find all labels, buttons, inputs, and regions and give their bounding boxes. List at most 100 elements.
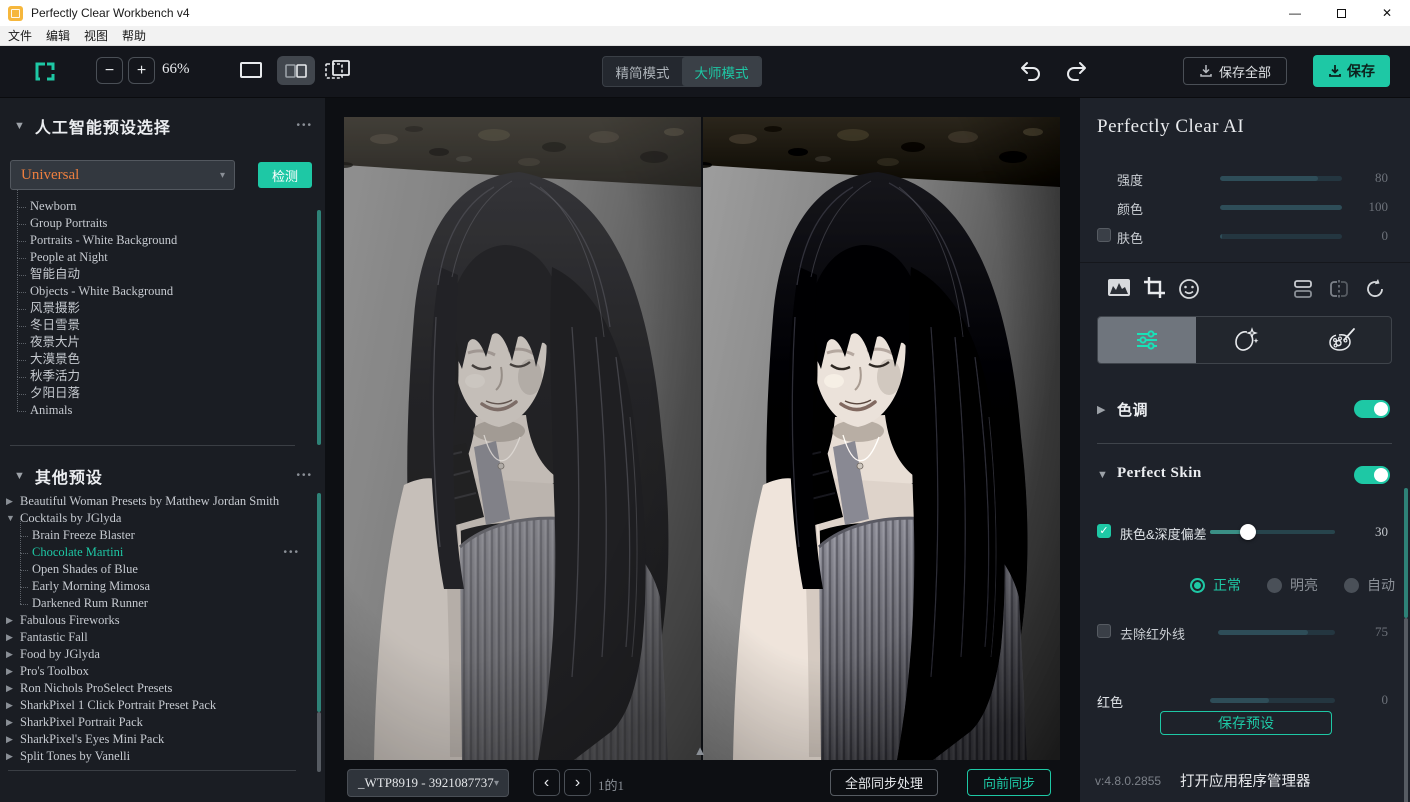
tab-adjustments[interactable] — [1098, 317, 1196, 363]
bias-slider[interactable] — [1210, 530, 1335, 534]
menu-file[interactable]: 文件 — [8, 27, 32, 44]
split-view-button[interactable] — [277, 56, 315, 85]
undo-icon[interactable] — [1019, 59, 1043, 83]
face-smiley-icon[interactable] — [1178, 278, 1200, 300]
tree-item[interactable]: ▶Ron Nichols ProSelect Presets — [0, 680, 312, 697]
expand-triangle-icon[interactable]: ▶ — [6, 680, 13, 697]
preset-item[interactable]: 大漠景色 — [0, 351, 312, 368]
other-presets-menu-dots[interactable]: ••• — [296, 470, 313, 481]
flip-vertical-icon[interactable] — [1292, 278, 1314, 300]
collapse-triangle-icon[interactable]: ▼ — [14, 120, 25, 132]
zoom-in-button[interactable]: + — [128, 57, 155, 84]
preset-item[interactable]: 秋季活力 — [0, 368, 312, 385]
tree-item[interactable]: ▶Food by JGlyda — [0, 646, 312, 663]
tree-item[interactable]: ▶Fantastic Fall — [0, 629, 312, 646]
collapse-triangle-icon[interactable]: ▼ — [14, 470, 25, 482]
previous-image-button[interactable]: ‹ — [533, 769, 560, 796]
redo-icon[interactable] — [1064, 59, 1088, 83]
expand-triangle-icon[interactable]: ▶ — [6, 663, 13, 680]
bias-checkbox[interactable]: ✓ — [1097, 524, 1111, 538]
next-image-button[interactable]: › — [564, 769, 591, 796]
tree-item[interactable]: ▶Beautiful Woman Presets by Matthew Jord… — [0, 493, 312, 510]
expand-triangle-icon[interactable]: ▶ — [6, 731, 13, 748]
tree-item[interactable]: ▶SharkPixel's Eyes Mini Pack — [0, 731, 312, 748]
radio-option[interactable]: 自动 — [1344, 575, 1395, 595]
tree-item[interactable]: ▶SharkPixel 1 Click Portrait Preset Pack — [0, 697, 312, 714]
tree-item[interactable]: ▶Fabulous Fireworks — [0, 612, 312, 629]
ai-preset-dropdown[interactable]: Universal ▾ — [10, 160, 235, 190]
app-manager-link[interactable]: 打开应用程序管理器 — [1180, 770, 1311, 791]
after-image[interactable] — [703, 117, 1060, 760]
other-list-scrollbar[interactable] — [317, 493, 321, 712]
ai-presets-header[interactable]: ▼ 人工智能预设选择 — [14, 114, 171, 138]
sync-forward-button[interactable]: 向前同步 — [967, 769, 1051, 796]
tree-item[interactable]: ▼Cocktails by JGlyda — [0, 510, 312, 527]
expand-triangle-icon[interactable]: ▶ — [6, 697, 13, 714]
save-all-button[interactable]: 保存全部 — [1183, 57, 1287, 85]
menu-edit[interactable]: 编辑 — [46, 27, 70, 44]
ai-presets-menu-dots[interactable]: ••• — [296, 120, 313, 131]
collapse-triangle-icon[interactable]: ▼ — [6, 510, 15, 527]
detect-button[interactable]: 检测 — [258, 162, 312, 188]
preset-item[interactable]: 风景摄影 — [0, 300, 312, 317]
right-panel-scrollbar[interactable] — [1404, 488, 1408, 618]
expand-triangle-icon[interactable]: ▶ — [6, 714, 13, 731]
radio-option[interactable]: 正常 — [1190, 575, 1241, 595]
save-button[interactable]: 保存 — [1313, 55, 1390, 87]
preset-item[interactable]: Newborn — [0, 198, 312, 215]
zoom-out-button[interactable]: − — [96, 57, 123, 84]
tone-toggle[interactable] — [1354, 400, 1390, 418]
tree-item[interactable]: ▶Split Tones by Vanelli — [0, 748, 312, 765]
tree-item[interactable]: Early Morning Mimosa — [0, 578, 312, 595]
mode-simple-button[interactable]: 精简模式 — [603, 57, 682, 86]
preset-item[interactable]: Animals — [0, 402, 312, 419]
right-panel-scrollbar-track[interactable] — [1404, 618, 1408, 802]
expand-triangle-icon[interactable]: ▶ — [6, 646, 13, 663]
compare-view-icon[interactable] — [324, 59, 352, 83]
expand-triangle-icon[interactable]: ▶ — [6, 629, 13, 646]
other-list-scrollbar-track[interactable] — [317, 712, 321, 772]
tree-item[interactable]: Chocolate Martini••• — [0, 544, 312, 561]
tree-item[interactable]: Open Shades of Blue — [0, 561, 312, 578]
expand-triangle-icon[interactable]: ▶ — [1097, 403, 1105, 416]
tree-item[interactable]: ▶SharkPixel Portrait Pack — [0, 714, 312, 731]
file-dropdown[interactable]: _WTP8919 - 3921087737 ▾ — [347, 769, 509, 797]
preset-item[interactable]: Objects - White Background — [0, 283, 312, 300]
perfect-skin-toggle[interactable] — [1354, 466, 1390, 484]
skin-slider[interactable] — [1220, 234, 1342, 239]
tab-retouch[interactable] — [1196, 317, 1294, 363]
skin-checkbox[interactable] — [1097, 228, 1111, 242]
filmstrip-expand-arrow[interactable]: ▲ — [690, 743, 710, 758]
collapse-triangle-icon[interactable]: ▼ — [1097, 469, 1108, 481]
slider-knob[interactable] — [1240, 524, 1256, 540]
preset-item[interactable]: Group Portraits — [0, 215, 312, 232]
expand-triangle-icon[interactable]: ▶ — [6, 765, 13, 766]
save-preset-button[interactable]: 保存预设 — [1160, 711, 1332, 735]
strength-slider[interactable] — [1220, 176, 1342, 181]
close-button[interactable]: ✕ — [1364, 0, 1410, 26]
rotate-icon[interactable] — [1364, 278, 1386, 300]
mode-master-button[interactable]: 大师模式 — [682, 57, 761, 86]
preset-item[interactable]: Portraits - White Background — [0, 232, 312, 249]
menu-help[interactable]: 帮助 — [122, 27, 146, 44]
tree-item[interactable]: Darkened Rum Runner — [0, 595, 312, 612]
preset-item[interactable]: People at Night — [0, 249, 312, 266]
minimize-button[interactable]: — — [1272, 0, 1318, 26]
item-menu-dots[interactable]: ••• — [283, 544, 300, 561]
tree-item[interactable]: ▶Pro's Toolbox — [0, 663, 312, 680]
before-image[interactable] — [344, 117, 701, 760]
maximize-button[interactable] — [1318, 0, 1364, 26]
ai-list-scrollbar[interactable] — [317, 210, 321, 445]
expand-triangle-icon[interactable]: ▶ — [6, 493, 13, 510]
expand-triangle-icon[interactable]: ▶ — [6, 612, 13, 629]
infrared-slider[interactable] — [1218, 630, 1335, 635]
tab-color-palette[interactable] — [1293, 317, 1391, 363]
preset-item[interactable]: 智能自动 — [0, 266, 312, 283]
crop-icon[interactable] — [1143, 276, 1166, 299]
expand-triangle-icon[interactable]: ▶ — [6, 748, 13, 765]
radio-option[interactable]: 明亮 — [1267, 575, 1318, 595]
flip-horizontal-icon[interactable] — [1328, 278, 1350, 300]
sync-all-button[interactable]: 全部同步处理 — [830, 769, 938, 796]
color-slider[interactable] — [1220, 205, 1342, 210]
tree-item[interactable]: Brain Freeze Blaster — [0, 527, 312, 544]
